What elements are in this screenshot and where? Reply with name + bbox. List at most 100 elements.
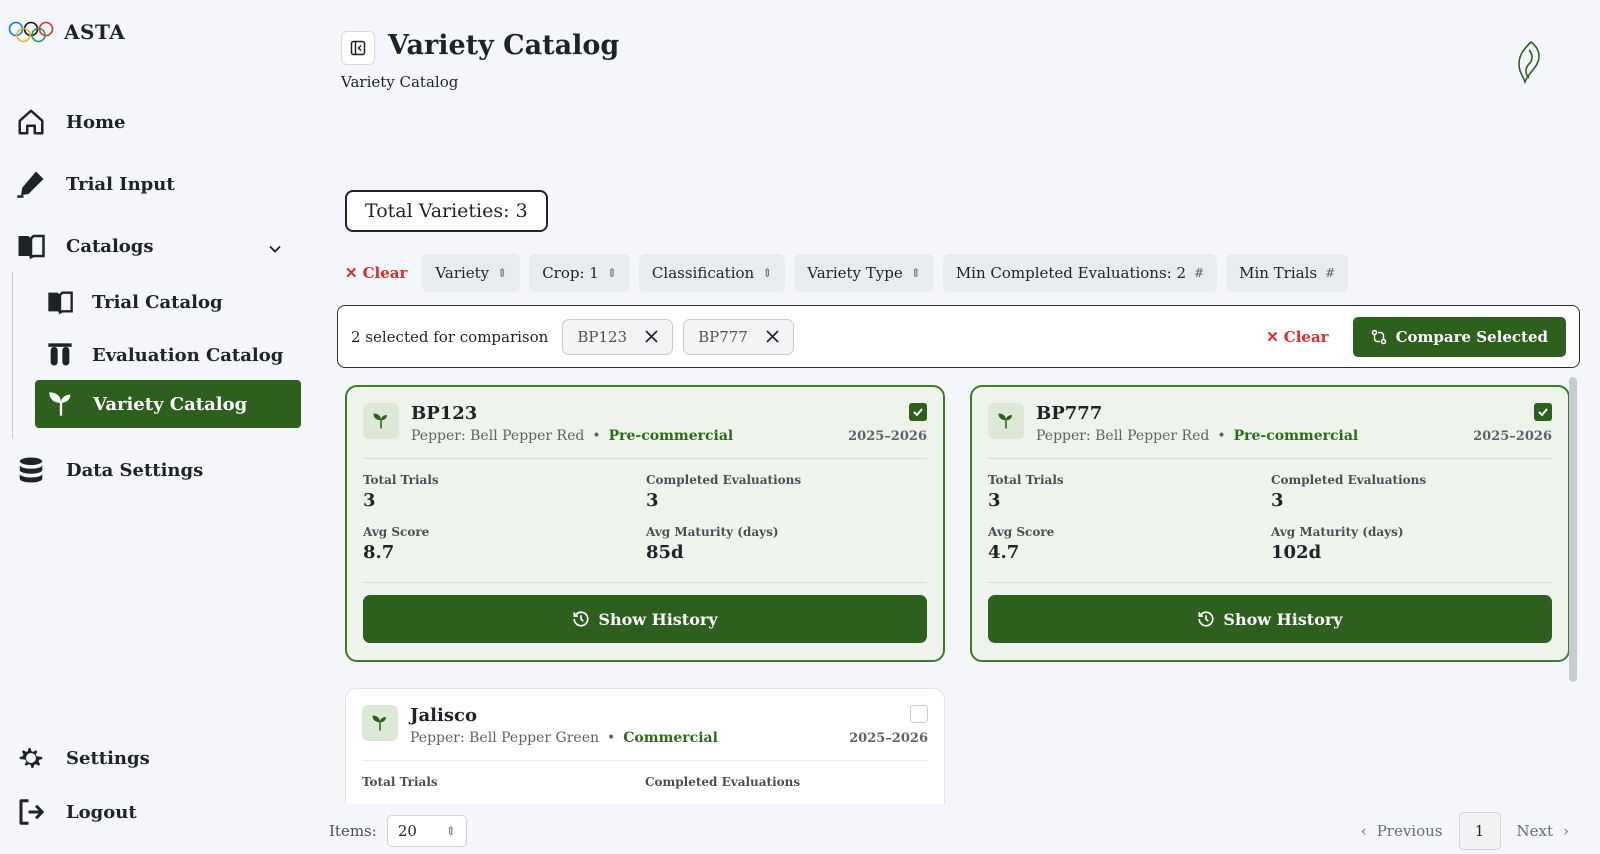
chevron-down-icon[interactable] (268, 242, 282, 256)
variety-card[interactable]: Jalisco Pepper: Bell Pepper Green • Commer… (345, 688, 945, 804)
sidebar-item-variety-catalog[interactable]: Variety Catalog (35, 380, 301, 428)
variety-meta: Pepper: Bell Pepper Green • Commercial (410, 730, 718, 746)
brand[interactable]: ASTA (8, 20, 125, 44)
variety-meta: Pepper: Bell Pepper Red • Pre-commercial (411, 428, 733, 444)
filter-min-completed-label: Min Completed Evaluations: 2 (955, 264, 1187, 282)
total-trials-label: Total Trials (988, 473, 1064, 487)
filter-classification[interactable]: Classification ⇕ (638, 254, 786, 292)
variety-crop: Pepper: Bell Pepper Red (411, 428, 585, 444)
nav-trial-input[interactable]: Trial Input (16, 169, 175, 199)
clear-filters-label: Clear (362, 264, 408, 282)
close-icon: ✕ (1266, 327, 1279, 346)
completed-evaluations-value: 3 (1271, 490, 1284, 511)
comparison-count: 2 selected for comparison (351, 327, 549, 346)
home-icon (18, 109, 44, 135)
variety-name: BP123 (411, 403, 478, 424)
filter-min-completed-evaluations[interactable]: Min Completed Evaluations: 2 # (942, 254, 1218, 292)
filter-variety[interactable]: Variety ⇕ (422, 254, 521, 292)
show-history-button[interactable]: Show History (988, 595, 1552, 643)
panel-collapse-icon (350, 40, 366, 56)
selected-chip-label: BP123 (577, 327, 628, 346)
card-divider (363, 458, 927, 459)
compare-selected-button[interactable]: Compare Selected (1352, 316, 1566, 357)
chevron-right-icon: › (1563, 822, 1569, 840)
clear-selection-button[interactable]: ✕ Clear (1266, 328, 1334, 346)
nav-home[interactable]: Home (16, 107, 126, 137)
avg-maturity-value: 102d (1271, 542, 1322, 563)
sidebar-item-evaluation-catalog[interactable]: Evaluation Catalog (46, 341, 283, 369)
hash-icon: # (1325, 266, 1336, 280)
filter-crop[interactable]: Crop: 1 ⇕ (529, 254, 630, 292)
logout-icon (19, 799, 44, 825)
sort-arrows-icon: ⇕ (910, 266, 921, 280)
avg-score-label: Avg Score (363, 525, 430, 539)
compare-selected-label: Compare Selected (1395, 327, 1548, 346)
nav-trial-input-label: Trial Input (66, 173, 175, 195)
total-trials-value: 3 (988, 490, 1001, 511)
filter-min-trials[interactable]: Min Trials # (1226, 254, 1349, 292)
leaf-logo-icon (1518, 40, 1540, 84)
card-divider (362, 760, 928, 761)
completed-evaluations-label: Completed Evaluations (646, 473, 802, 487)
variety-name: Jalisco (410, 705, 477, 726)
select-checkbox[interactable] (910, 705, 928, 723)
filter-variety-type[interactable]: Variety Type ⇕ (794, 254, 934, 292)
sprout-icon (363, 403, 399, 439)
filter-crop-label: Crop: 1 (542, 264, 599, 282)
clear-filters-button[interactable]: ✕ Clear (345, 264, 413, 282)
card-viewport: Jalisco Pepper: Bell Pepper Green • Commer… (345, 688, 945, 804)
sidebar-toggle-button[interactable] (341, 31, 375, 65)
total-trials-value: 3 (363, 490, 376, 511)
remove-icon[interactable] (645, 330, 658, 343)
items-per-page-select[interactable]: 20 ⇕ (386, 815, 467, 847)
page-number[interactable]: 1 (1458, 812, 1501, 850)
previous-page-button[interactable]: ‹ Previous (1361, 822, 1443, 840)
selected-chip: BP123 (562, 318, 674, 355)
brand-name: ASTA (64, 20, 126, 44)
nav-settings[interactable]: Settings (16, 743, 150, 773)
variety-classification: Pre-commercial (1233, 428, 1359, 444)
olympic-rings-logo (8, 21, 54, 43)
nav-logout[interactable]: Logout (16, 797, 137, 827)
remove-icon[interactable] (766, 330, 779, 343)
book-icon (48, 291, 73, 315)
separator-dot: • (1217, 428, 1226, 444)
pagination-bar: Items: 20 ⇕ ‹ Previous 1 Next › (329, 812, 1570, 850)
close-icon: ✕ (345, 264, 358, 282)
breadcrumb: Variety Catalog (341, 73, 459, 91)
total-trials-label: Total Trials (362, 775, 438, 789)
card-divider (363, 582, 927, 583)
variety-card[interactable]: BP777 Pepper: Bell Pepper Red • Pre-commer… (970, 385, 1570, 662)
filter-variety-type-label: Variety Type (807, 264, 903, 282)
card-divider (988, 458, 1552, 459)
check-icon (913, 408, 923, 417)
previous-page-label: Previous (1376, 822, 1443, 840)
database-icon (19, 457, 43, 483)
sidebar-item-trial-catalog[interactable]: Trial Catalog (46, 288, 223, 316)
select-checkbox[interactable] (909, 403, 927, 421)
sort-arrows-icon: ⇕ (606, 266, 617, 280)
compare-arrows-icon (1371, 329, 1386, 344)
scrollbar[interactable] (1569, 377, 1577, 682)
avg-score-value: 8.7 (363, 542, 395, 563)
next-page-button[interactable]: Next › (1517, 822, 1570, 840)
filter-bar: ✕ Clear Variety ⇕ Crop: 1 ⇕ Classification… (345, 254, 1349, 292)
variety-name: BP777 (1036, 403, 1103, 424)
nav-logout-label: Logout (66, 801, 137, 823)
select-checkbox[interactable] (1534, 403, 1552, 421)
sprout-icon (362, 705, 398, 741)
completed-evaluations-label: Completed Evaluations (645, 775, 801, 789)
total-trials-label: Total Trials (363, 473, 439, 487)
avg-maturity-value: 85d (646, 542, 684, 563)
card-divider (988, 582, 1552, 583)
variety-meta: Pepper: Bell Pepper Red • Pre-commercial (1036, 428, 1358, 444)
nav-data-settings[interactable]: Data Settings (16, 455, 203, 485)
next-page-label: Next (1516, 822, 1554, 840)
selected-chip-label: BP777 (698, 327, 748, 346)
show-history-button[interactable]: Show History (363, 595, 927, 643)
variety-card[interactable]: BP123 Pepper: Bell Pepper Red • Pre-commer… (345, 385, 945, 662)
filter-variety-label: Variety (435, 264, 490, 282)
test-tubes-icon (48, 343, 72, 366)
nav-catalogs[interactable]: Catalogs (16, 231, 154, 261)
avg-maturity-label: Avg Maturity (days) (1271, 525, 1404, 539)
